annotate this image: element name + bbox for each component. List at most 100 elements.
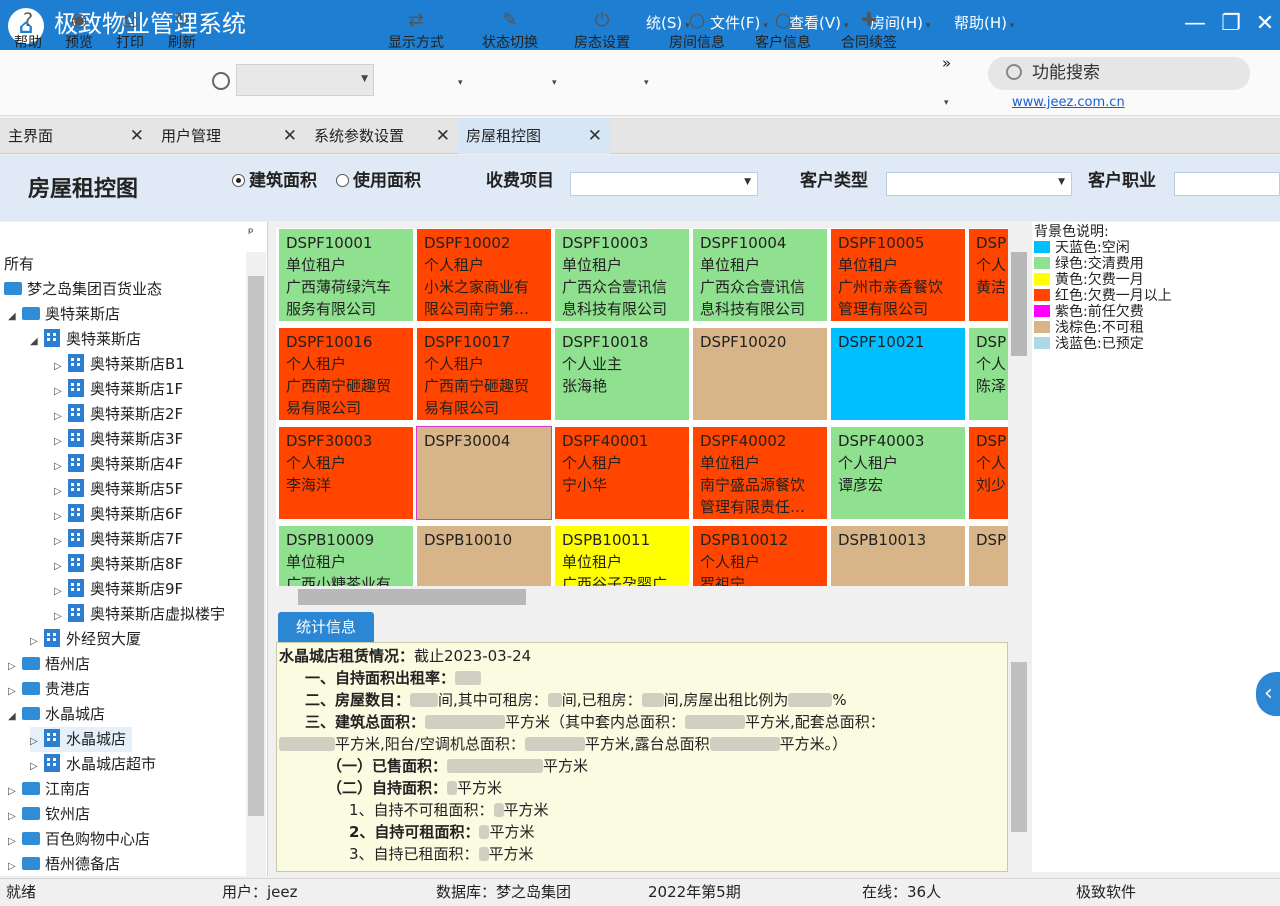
room-cell[interactable]: DSPF10021	[830, 327, 966, 421]
tree-node[interactable]: ▷ 奥特莱斯店虚拟楼宇	[54, 602, 225, 627]
grid-vertical-scrollbar[interactable]	[1008, 228, 1030, 586]
room-cell[interactable]: DSP 个人 黄洁	[968, 228, 1008, 322]
tree-node[interactable]: 梦之岛集团百货业态	[4, 277, 162, 302]
tree-node[interactable]: ▷ 水晶城店超市	[30, 752, 156, 777]
room-status-dropdown-icon[interactable]: ▾	[644, 78, 649, 88]
expand-icon[interactable]: ▷	[54, 404, 68, 429]
tree-node[interactable]: ▷ 奥特莱斯店8F	[54, 552, 183, 577]
expand-icon[interactable]: ▷	[54, 379, 68, 404]
tree-node[interactable]: ▷ 贵港店	[8, 677, 90, 702]
tab-system-settings[interactable]: 系统参数设置 ✕	[306, 118, 458, 154]
tree-node[interactable]: ▷ 奥特莱斯店3F	[54, 427, 183, 452]
room-cell[interactable]: DSP 个人 刘少	[968, 426, 1008, 520]
status-switch-dropdown-icon[interactable]: ▾	[552, 78, 557, 88]
room-cell[interactable]: DSPF10003 单位租户 广西众合壹讯信 息科技有限公司	[554, 228, 690, 322]
tab-main[interactable]: 主界面 ✕	[0, 118, 152, 154]
toolbar-more-icon[interactable]: »	[942, 54, 951, 72]
collapse-icon[interactable]: ◢	[8, 704, 22, 729]
expand-icon[interactable]: ▷	[54, 529, 68, 554]
room-cell[interactable]: DSPB10010	[416, 525, 552, 586]
expand-icon[interactable]: ▷	[54, 479, 68, 504]
expand-icon[interactable]: ▷	[8, 854, 22, 876]
collapse-icon[interactable]: ◢	[8, 304, 22, 329]
room-cell[interactable]: DSPB10012 个人租户 罗祖宁	[692, 525, 828, 586]
room-cell[interactable]: DSPF30003 个人租户 李海洋	[278, 426, 414, 520]
room-cell[interactable]: DSPF10005 单位租户 广州市亲香餐饮 管理有限公司	[830, 228, 966, 322]
tree-node[interactable]: ▷ 奥特莱斯店2F	[54, 402, 183, 427]
customer-job-select[interactable]	[1174, 172, 1280, 196]
maximize-icon[interactable]: ❐	[1216, 10, 1246, 38]
print-button[interactable]: ⎙ 打印	[108, 8, 152, 52]
tree-node[interactable]: ▷ 奥特莱斯店4F	[54, 452, 183, 477]
room-cell[interactable]: DSPF10002 个人租户 小米之家商业有 限公司南宁第…	[416, 228, 552, 322]
tree-node[interactable]: ▷ 钦州店	[8, 802, 90, 827]
fee-item-select[interactable]: ▼	[570, 172, 758, 196]
room-cell[interactable]: DSPF10017 个人租户 广西南宁砸趣贸 易有限公司	[416, 327, 552, 421]
room-cell[interactable]: DSP 个人 陈泽	[968, 327, 1008, 421]
function-search-input[interactable]: 功能搜索	[988, 57, 1250, 90]
room-cell[interactable]: DSPB10011 单位租户 广西谷子孕婴广	[554, 525, 690, 586]
tree-node[interactable]: ▷ 百色购物中心店	[8, 827, 150, 852]
expand-icon[interactable]: ▷	[8, 654, 22, 679]
room-cell[interactable]: DSPF10004 单位租户 广西众合壹讯信 息科技有限公司	[692, 228, 828, 322]
expand-icon[interactable]: ▷	[54, 429, 68, 454]
tree-node-all[interactable]: 所有	[4, 252, 34, 277]
tree-node[interactable]: ▷ 梧州德备店	[8, 852, 120, 876]
room-cell[interactable]: DSPB10009 单位租户 广西小糖茶业有	[278, 525, 414, 586]
contract-renew-button[interactable]: ✚ 合同续签	[832, 8, 906, 52]
expand-icon[interactable]: ▷	[8, 804, 22, 829]
tree-node[interactable]: ▷ 奥特莱斯店5F	[54, 477, 183, 502]
tree-node[interactable]: ▷ 梧州店	[8, 652, 90, 677]
expand-icon[interactable]: ▷	[30, 729, 44, 754]
tree-node[interactable]: ◢ 奥特莱斯店	[8, 302, 120, 327]
radio-use-area[interactable]: 使用面积	[336, 170, 421, 192]
tree-node[interactable]: ▷ 奥特莱斯店6F	[54, 502, 183, 527]
expand-icon[interactable]: ▷	[54, 579, 68, 604]
room-status-settings-button[interactable]: ⏻ 房态设置	[566, 8, 638, 52]
customer-type-select[interactable]: ▼	[886, 172, 1072, 196]
menu-help[interactable]: 帮助(H) ▾	[954, 14, 1014, 35]
close-tab-icon[interactable]: ✕	[588, 118, 602, 154]
room-cell[interactable]: DSPF40002 单位租户 南宁盛品源餐饮 管理有限责任…	[692, 426, 828, 520]
tab-user-management[interactable]: 用户管理 ✕	[153, 118, 305, 154]
tree-scrollbar[interactable]	[246, 252, 266, 876]
minimize-icon[interactable]: —	[1180, 10, 1210, 38]
expand-icon[interactable]: ▷	[54, 504, 68, 529]
expand-icon[interactable]: ▷	[8, 829, 22, 854]
toolbar-overflow-icon[interactable]: ▾	[944, 98, 949, 108]
help-button[interactable]: ? 帮助	[6, 8, 50, 52]
customer-info-button[interactable]: ○ 客户信息	[746, 8, 820, 52]
radio-building-area[interactable]: 建筑面积	[232, 170, 317, 192]
tree-node[interactable]: ▷ 外经贸大厦	[30, 627, 141, 652]
expand-icon[interactable]: ▷	[8, 779, 22, 804]
room-info-button[interactable]: ○ 房间信息	[660, 8, 734, 52]
tab-statistics[interactable]: 统计信息	[278, 612, 374, 642]
room-cell[interactable]: DSPF30004	[416, 426, 552, 520]
expand-icon[interactable]: ▷	[54, 604, 68, 629]
room-cell[interactable]: DSPB10013	[830, 525, 966, 586]
close-tab-icon[interactable]: ✕	[130, 118, 144, 154]
display-mode-dropdown-icon[interactable]: ▾	[458, 78, 463, 88]
room-cell[interactable]: DSPF10001 单位租户 广西薄荷绿汽车 服务有限公司	[278, 228, 414, 322]
pin-icon[interactable]: ᵖ	[248, 226, 254, 241]
room-cell[interactable]: DSPF10018 个人业主 张海艳	[554, 327, 690, 421]
display-mode-button[interactable]: ⇄ 显示方式	[380, 8, 452, 52]
tree-node-selected[interactable]: ▷ 水晶城店	[30, 727, 133, 754]
tree-node[interactable]: ◢ 水晶城店	[8, 702, 105, 727]
expand-icon[interactable]: ▷	[8, 679, 22, 704]
refresh-button[interactable]: ↻ 刷新	[160, 8, 204, 52]
grid-horizontal-scrollbar[interactable]	[276, 586, 1008, 608]
tree-node[interactable]: ▷ 奥特莱斯店B1	[54, 352, 185, 377]
stats-scrollbar[interactable]	[1008, 642, 1030, 872]
website-link[interactable]: www.jeez.com.cn	[1012, 95, 1125, 111]
room-cell[interactable]: DSPF10016 个人租户 广西南宁砸趣贸 易有限公司	[278, 327, 414, 421]
tree-node[interactable]: ▷ 奥特莱斯店9F	[54, 577, 183, 602]
close-window-icon[interactable]: ✕	[1250, 10, 1280, 38]
status-switch-button[interactable]: ✎ 状态切换	[474, 8, 546, 52]
tree-node[interactable]: ▷ 奥特莱斯店7F	[54, 527, 183, 552]
tree-node[interactable]: ◢ 奥特莱斯店	[30, 327, 141, 352]
expand-icon[interactable]: ▷	[54, 454, 68, 479]
room-cell[interactable]: DSP	[968, 525, 1008, 586]
tree-node[interactable]: ▷ 奥特莱斯店1F	[54, 377, 183, 402]
preview-button[interactable]: ◉ 预览	[56, 8, 102, 52]
